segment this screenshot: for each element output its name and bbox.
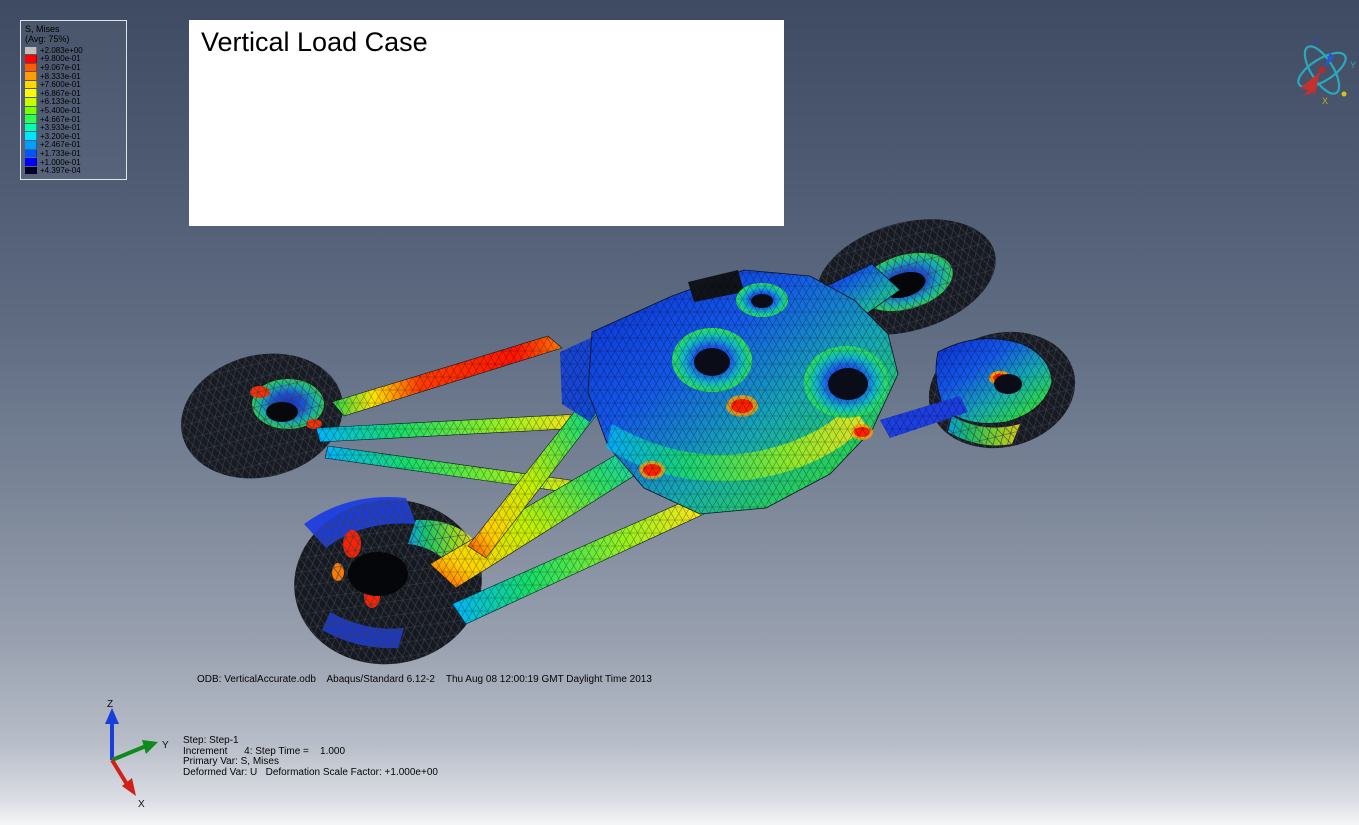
legend-swatch (25, 55, 37, 63)
triad-y-label: Y (162, 740, 169, 751)
legend-swatch (25, 141, 37, 149)
triad-x-label: X (138, 799, 145, 808)
contour-legend: S, Mises (Avg: 75%) +2.083e+00 +9.800e-01… (20, 20, 127, 180)
view-compass-icon[interactable]: Z Y X (1284, 32, 1359, 108)
annotation-box[interactable]: Vertical Load Case (189, 20, 784, 226)
legend-row: +4.667e-01 (25, 115, 122, 124)
legend-row: +2.083e+00 (25, 46, 122, 55)
legend-row: +5.400e-01 (25, 106, 122, 115)
compass-y-label: Y (1350, 60, 1356, 70)
legend-swatch (25, 132, 37, 141)
legend-swatch (25, 106, 37, 115)
legend-row: +8.333e-01 (25, 72, 122, 81)
legend-row: +6.867e-01 (25, 89, 122, 98)
legend-row: +1.733e-01 (25, 149, 122, 158)
odb-status-line: ODB: VerticalAccurate.odb Abaqus/Standar… (197, 674, 652, 685)
legend-swatch (25, 158, 37, 166)
legend-swatch (25, 115, 37, 123)
triad-z-label: Z (107, 699, 113, 710)
deformed-var-line: Deformed Var: U Deformation Scale Factor… (183, 766, 438, 778)
legend-row: +3.200e-01 (25, 132, 122, 141)
step-line: Step: Step-1 (183, 735, 239, 746)
legend-value: +4.397e-04 (40, 166, 81, 176)
legend-row: +1.000e-01 (25, 158, 122, 167)
origin-triad-icon: Z Y X (105, 699, 169, 808)
legend-swatch (25, 98, 37, 106)
legend-swatch (25, 80, 37, 89)
legend-swatch (25, 89, 37, 98)
legend-title: S, Mises (25, 24, 60, 34)
legend-row: +4.397e-04 (25, 166, 122, 175)
legend-swatch (25, 166, 37, 175)
legend-row: +9.067e-01 (25, 63, 122, 72)
legend-row: +9.800e-01 (25, 54, 122, 63)
legend-swatch (25, 72, 37, 80)
compass-x-label: X (1322, 96, 1328, 106)
legend-row: +6.133e-01 (25, 97, 122, 106)
legend-entries: +2.083e+00 +9.800e-01 +9.067e-01 +8.333e-01… (25, 46, 122, 175)
fea-model-render (167, 199, 1088, 677)
front-left-wheel (167, 336, 357, 496)
legend-swatch (25, 63, 37, 72)
legend-swatch (25, 149, 37, 158)
central-body (587, 269, 899, 515)
legend-row: +3.933e-01 (25, 123, 122, 132)
legend-row: +7.600e-01 (25, 80, 122, 89)
step-info-block: Step: Step-1 Increment 4: Step Time = 1.… (183, 735, 438, 778)
primary-var-line: Primary Var: S, Mises (183, 756, 279, 767)
legend-row: +2.467e-01 (25, 140, 122, 149)
compass-z-label: Z (1314, 35, 1320, 45)
legend-swatch (25, 123, 37, 132)
legend-swatch (25, 46, 37, 55)
abaqus-viewport[interactable]: S, Mises (Avg: 75%) +2.083e+00 +9.800e-01… (0, 0, 1359, 825)
legend-subtitle: (Avg: 75%) (25, 34, 70, 44)
upper-control-arm (331, 335, 563, 417)
mid-control-arm (315, 413, 585, 443)
annotation-title: Vertical Load Case (201, 27, 428, 57)
